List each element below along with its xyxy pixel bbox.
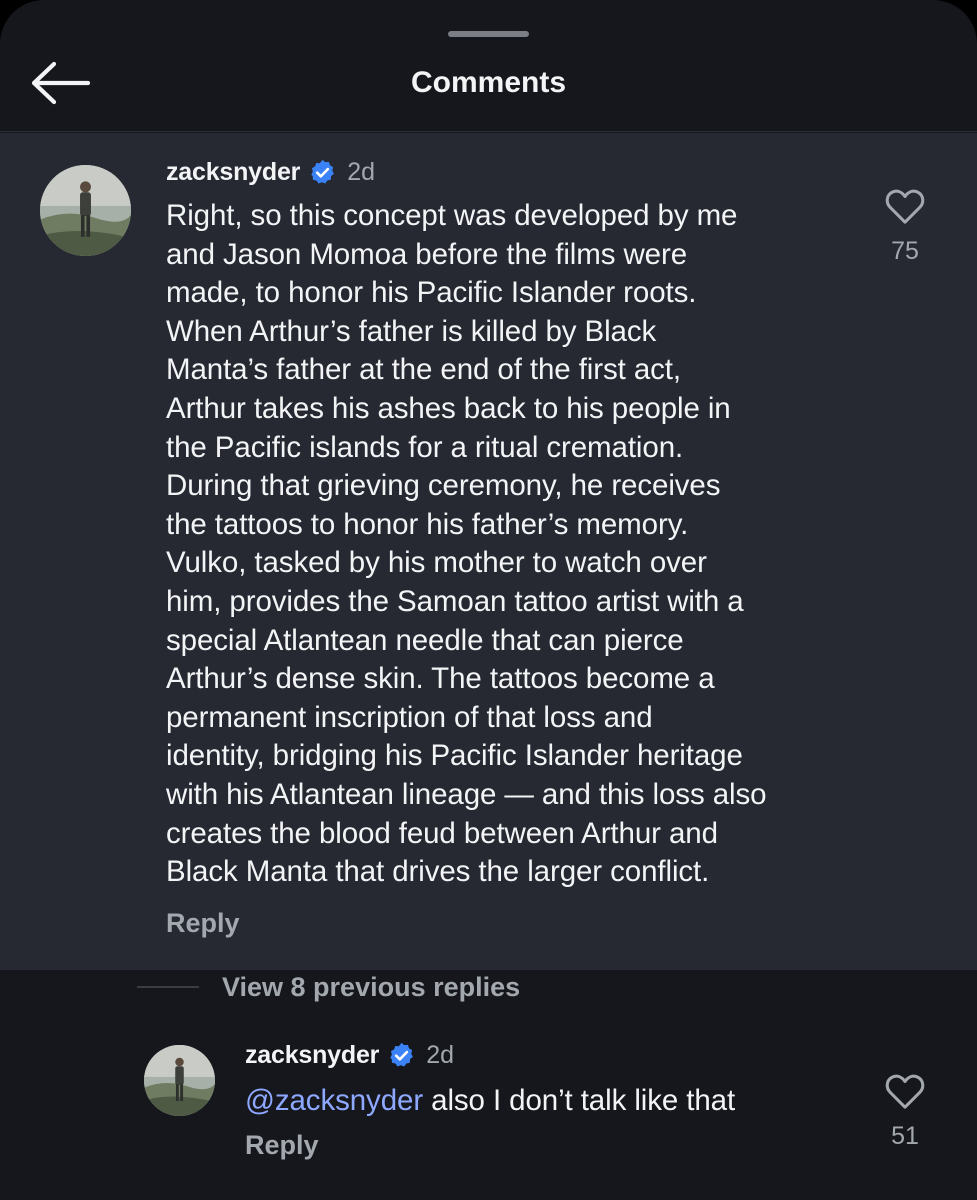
username[interactable]: zacksnyder (166, 158, 300, 187)
timestamp: 2d (426, 1040, 455, 1069)
verified-badge-icon (387, 1041, 416, 1070)
comment-header: zacksnyder 2d (166, 153, 375, 191)
thread-divider (137, 986, 199, 988)
drag-handle[interactable] (448, 31, 529, 37)
avatar[interactable] (144, 1045, 215, 1116)
comment-highlighted: zacksnyder 2d Right, so this concept was… (0, 133, 977, 970)
like-count: 75 (891, 237, 919, 265)
reply-text: also I don’t talk like that (423, 1084, 736, 1117)
heart-outline-icon[interactable] (884, 187, 926, 225)
comment-text: Right, so this concept was developed by … (166, 199, 767, 889)
comments-sheet: Comments zacksnyder 2d Right, so this co… (0, 0, 977, 1200)
page-title: Comments (410, 66, 567, 99)
comment-text: @zacksnyder also I don’t talk like that (245, 1082, 845, 1121)
verified-badge-icon (308, 158, 337, 187)
heart-outline-icon[interactable] (884, 1072, 926, 1110)
comment-header: zacksnyder 2d (245, 1036, 454, 1074)
username[interactable]: zacksnyder (245, 1041, 379, 1070)
avatar-photo (40, 165, 131, 256)
like-count: 51 (891, 1122, 919, 1150)
view-replies-label: View 8 previous replies (222, 971, 521, 1002)
view-previous-replies[interactable]: View 8 previous replies (137, 968, 520, 1006)
avatar-photo (144, 1045, 215, 1116)
like-section: 75 (875, 187, 935, 266)
reply-button[interactable]: Reply (166, 908, 240, 939)
timestamp: 2d (347, 157, 376, 186)
avatar[interactable] (40, 165, 131, 256)
reply-button[interactable]: Reply (245, 1130, 319, 1161)
like-section: 51 (875, 1072, 935, 1151)
header: Comments (0, 40, 977, 132)
mention-link[interactable]: @zacksnyder (245, 1084, 423, 1117)
